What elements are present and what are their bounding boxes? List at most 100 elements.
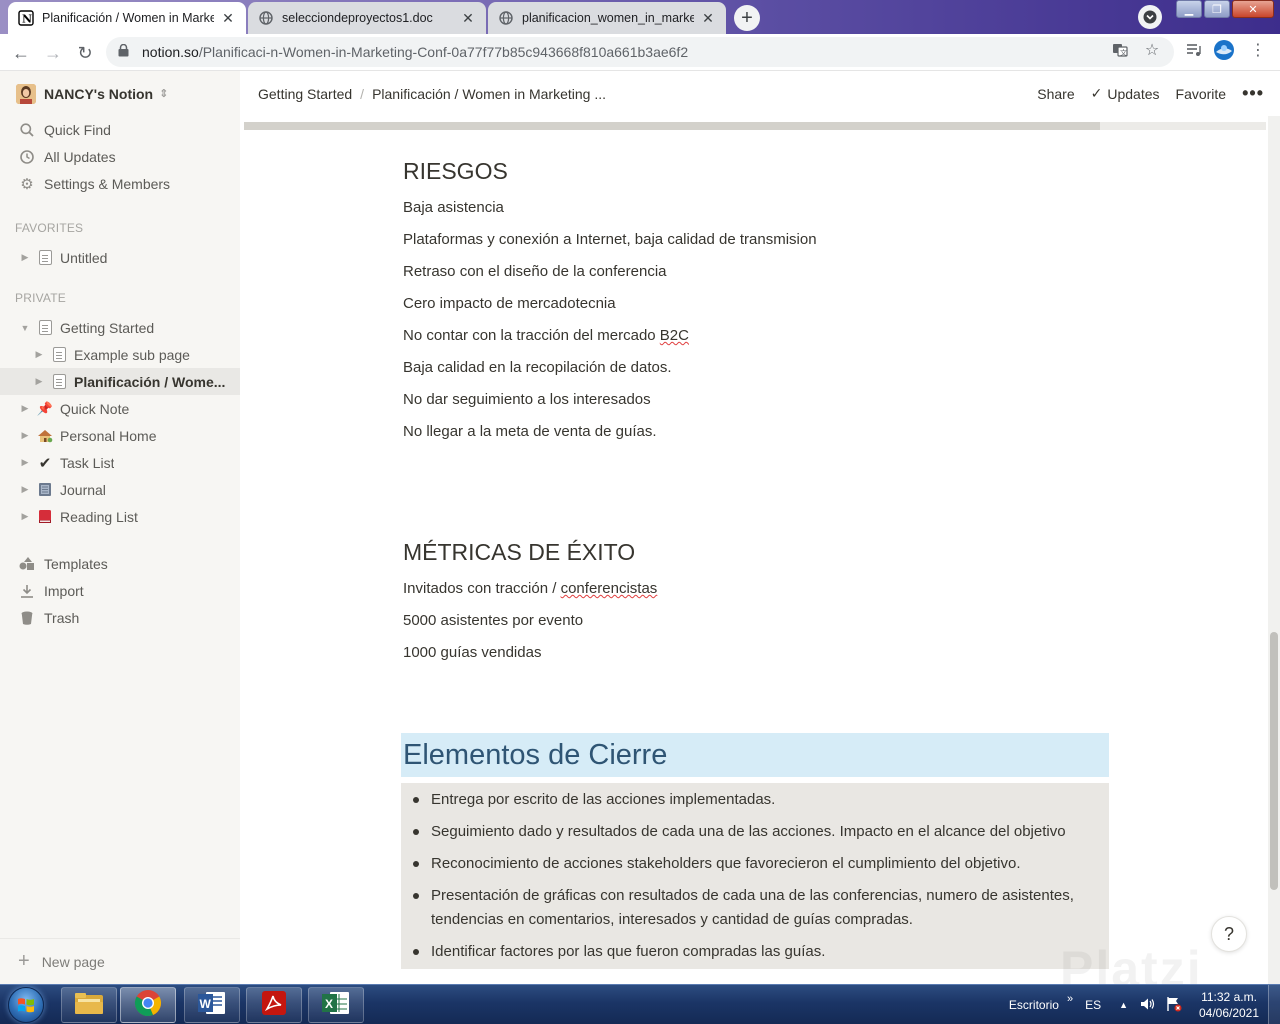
sidebar-page-example-sub-page[interactable]: ▶ Example sub page [0,341,240,368]
expand-triangle-icon[interactable]: ▶ [18,252,32,263]
bullet-item[interactable]: Reconocimiento de acciones stakeholders … [401,847,1109,881]
workspace-switcher[interactable]: NANCY's Notion ⇕ [0,71,240,116]
bullet-item[interactable]: Presentación de gráficas con resultados … [401,879,1109,937]
riesgo-item[interactable]: Baja calidad en la recopilación de datos… [403,359,672,376]
forward-button[interactable]: → [40,40,66,66]
heading-metricas: MÉTRICAS DE ÉXITO [403,539,636,565]
riesgo-item[interactable]: No llegar a la meta de venta de guías. [403,423,657,440]
new-page-button[interactable]: + New page [0,938,240,984]
globe-icon [498,10,514,26]
clock[interactable]: 11:32 a.m. 04/06/2021 [1190,989,1268,1021]
start-button[interactable] [4,985,48,1024]
sidebar-page-reading-list[interactable]: ▶ Reading List [0,503,240,530]
clock-time: 11:32 a.m. [1201,990,1257,1004]
metrica-item[interactable]: 5000 asistentes por evento [403,612,583,629]
expand-triangle-icon[interactable]: ▶ [18,484,32,495]
sidebar-item-quick-find[interactable]: Quick Find [0,116,240,143]
media-control-icon[interactable] [1184,40,1204,60]
clock-icon [18,149,36,164]
browser-tab-doc[interactable]: selecciondeproyectos1.doc ✕ [248,2,486,34]
share-button[interactable]: Share [1037,86,1074,102]
riesgo-item[interactable]: Plataformas y conexión a Internet, baja … [403,231,817,248]
heading-riesgos: RIESGOS [403,158,508,184]
maximize-button[interactable]: ❐ [1204,0,1230,18]
expand-triangle-icon[interactable]: ▶ [18,430,32,441]
show-desktop-button[interactable] [1268,985,1280,1024]
url-input[interactable]: notion.so/Planificaci-n-Women-in-Marketi… [106,37,1174,67]
sidebar-page-label: Planificación / Wome... [74,373,226,390]
riesgo-item[interactable]: No dar seguimiento a los interesados [403,391,651,408]
bullet-item[interactable]: Identificar factores por las que fueron … [401,935,1109,969]
metrica-item[interactable]: 1000 guías vendidas [403,644,541,661]
taskbar-acrobat[interactable] [246,987,302,1023]
language-indicator[interactable]: ES [1085,998,1101,1012]
breadcrumb-getting-started[interactable]: Getting Started [252,86,358,102]
riesgo-item[interactable]: No contar con la tracción del mercado B2… [403,327,689,344]
riesgo-item[interactable]: Cero impacto de mercadotecnia [403,295,616,312]
sidebar-item-label: Quick Find [44,121,111,138]
toolbar-expand-icon[interactable]: » [1067,993,1073,1005]
heading-elementos-cierre[interactable]: Elementos de Cierre [401,733,1109,777]
sidebar-page-journal[interactable]: ▶ Journal [0,476,240,503]
window-controls: ▁ ❐ ✕ [1176,0,1274,18]
browser-tab-notion[interactable]: N Planificación / Women in Marketing ✕ [8,2,246,34]
taskbar-excel[interactable]: X [308,987,364,1023]
show-hidden-icons[interactable]: ▲ [1119,1000,1128,1010]
sidebar-item-templates[interactable]: Templates [0,550,240,577]
folder-icon [74,991,104,1020]
profile-avatar-icon[interactable] [1212,38,1236,62]
expand-triangle-icon[interactable]: ▶ [32,376,46,387]
riesgo-item[interactable]: Baja asistencia [403,199,504,216]
taskbar-word[interactable]: W [184,987,240,1023]
desktop-toolbar[interactable]: Escritorio [1009,998,1059,1012]
bullet-item[interactable]: Entrega por escrito de las acciones impl… [401,783,1109,817]
action-center-flag-icon[interactable] [1166,996,1182,1015]
translate-icon[interactable]: 文 [1110,40,1130,60]
page-icon [50,374,68,389]
sidebar-item-settings[interactable]: ⚙ Settings & Members [0,170,240,197]
sidebar-page-label: Personal Home [60,427,157,444]
expand-triangle-icon[interactable]: ▶ [18,457,32,468]
taskbar-chrome[interactable] [120,987,176,1023]
close-tab-icon[interactable]: ✕ [460,10,476,27]
tab-search-icon[interactable] [1138,5,1162,29]
riesgo-item[interactable]: Retraso con el diseño de la conferencia [403,263,667,280]
sidebar-page-personal-home[interactable]: ▶ Personal Home [0,422,240,449]
taskbar-explorer[interactable] [61,987,117,1023]
back-button[interactable]: ← [8,40,34,66]
new-tab-button[interactable]: + [734,5,760,31]
sidebar-page-label: Reading List [60,508,138,525]
misspelled-word: conferencistas [560,580,658,597]
reload-button[interactable]: ↻ [72,40,98,66]
more-options-icon[interactable]: ••• [1242,83,1264,104]
favorite-button[interactable]: Favorite [1176,86,1227,102]
sidebar-page-quick-note[interactable]: ▶ 📌 Quick Note [0,395,240,422]
collapse-triangle-icon[interactable]: ▼ [18,323,32,333]
book-icon [36,509,54,524]
workspace-avatar [16,83,36,104]
browser-tab-planificacion[interactable]: planificacion_women_in_marketing ✕ [488,2,726,34]
close-tab-icon[interactable]: ✕ [700,10,716,27]
scrollbar-thumb[interactable] [1270,632,1278,890]
sidebar-page-untitled[interactable]: ▶ Untitled [0,244,240,271]
minimize-button[interactable]: ▁ [1176,0,1202,18]
sidebar-page-planificacion[interactable]: ▶ Planificación / Wome... [0,368,240,395]
sidebar-page-task-list[interactable]: ▶ ✔ Task List [0,449,240,476]
bullet-item[interactable]: Seguimiento dado y resultados de cada un… [401,815,1109,849]
expand-triangle-icon[interactable]: ▶ [18,511,32,522]
sidebar-item-all-updates[interactable]: All Updates [0,143,240,170]
volume-icon[interactable] [1140,997,1156,1014]
metrica-item[interactable]: Invitados con tracción / conferencistas [403,580,657,597]
sidebar-item-trash[interactable]: Trash [0,604,240,631]
updates-button[interactable]: ✓ Updates [1091,85,1160,102]
sidebar-page-getting-started[interactable]: ▼ Getting Started [0,314,240,341]
expand-triangle-icon[interactable]: ▶ [32,349,46,360]
star-icon[interactable]: ☆ [1142,40,1162,60]
expand-triangle-icon[interactable]: ▶ [18,403,32,414]
breadcrumb-current-page[interactable]: Planificación / Women in Marketing ... [366,86,612,102]
close-tab-icon[interactable]: ✕ [220,10,236,27]
close-window-button[interactable]: ✕ [1232,0,1274,18]
sidebar-item-import[interactable]: Import [0,577,240,604]
chrome-menu-icon[interactable]: ⋮ [1248,40,1268,60]
help-button[interactable]: ? [1211,916,1247,952]
